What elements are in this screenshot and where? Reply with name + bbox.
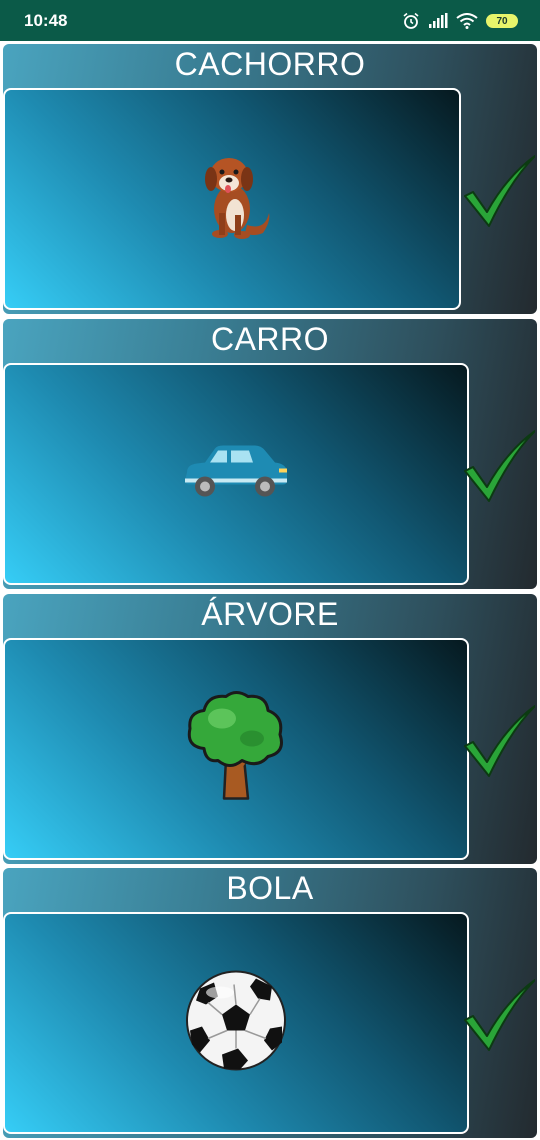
image-panel[interactable] [3,88,461,310]
card-title: ÁRVORE [201,596,339,632]
check-icon [464,155,535,227]
card-cachorro[interactable]: CACHORRO [3,44,537,314]
battery-icon: 70 [486,14,518,28]
card-title: CACHORRO [174,46,366,82]
card-bola[interactable]: BOLA [3,868,537,1138]
image-panel[interactable] [3,912,469,1134]
wifi-icon [456,13,478,29]
card-title: CARRO [210,321,330,357]
ball-image [184,969,288,1078]
status-time: 10:48 [24,11,68,30]
check-icon [464,979,535,1051]
check-icon [464,430,535,502]
card-title: BOLA [226,870,314,906]
signal-icon [429,13,448,28]
tree-image [184,689,288,810]
status-bar: 10:48 70 [0,0,540,41]
status-icons: 70 [402,10,518,32]
alarm-icon [403,12,419,29]
dog-image [187,149,277,249]
card-arvore[interactable]: ÁRVORE [3,594,537,864]
check-icon [464,705,535,777]
image-panel[interactable] [3,363,469,585]
battery-level: 70 [496,15,508,27]
card-carro[interactable]: CARRO [3,319,537,589]
image-panel[interactable] [3,638,469,860]
car-image [183,443,289,506]
